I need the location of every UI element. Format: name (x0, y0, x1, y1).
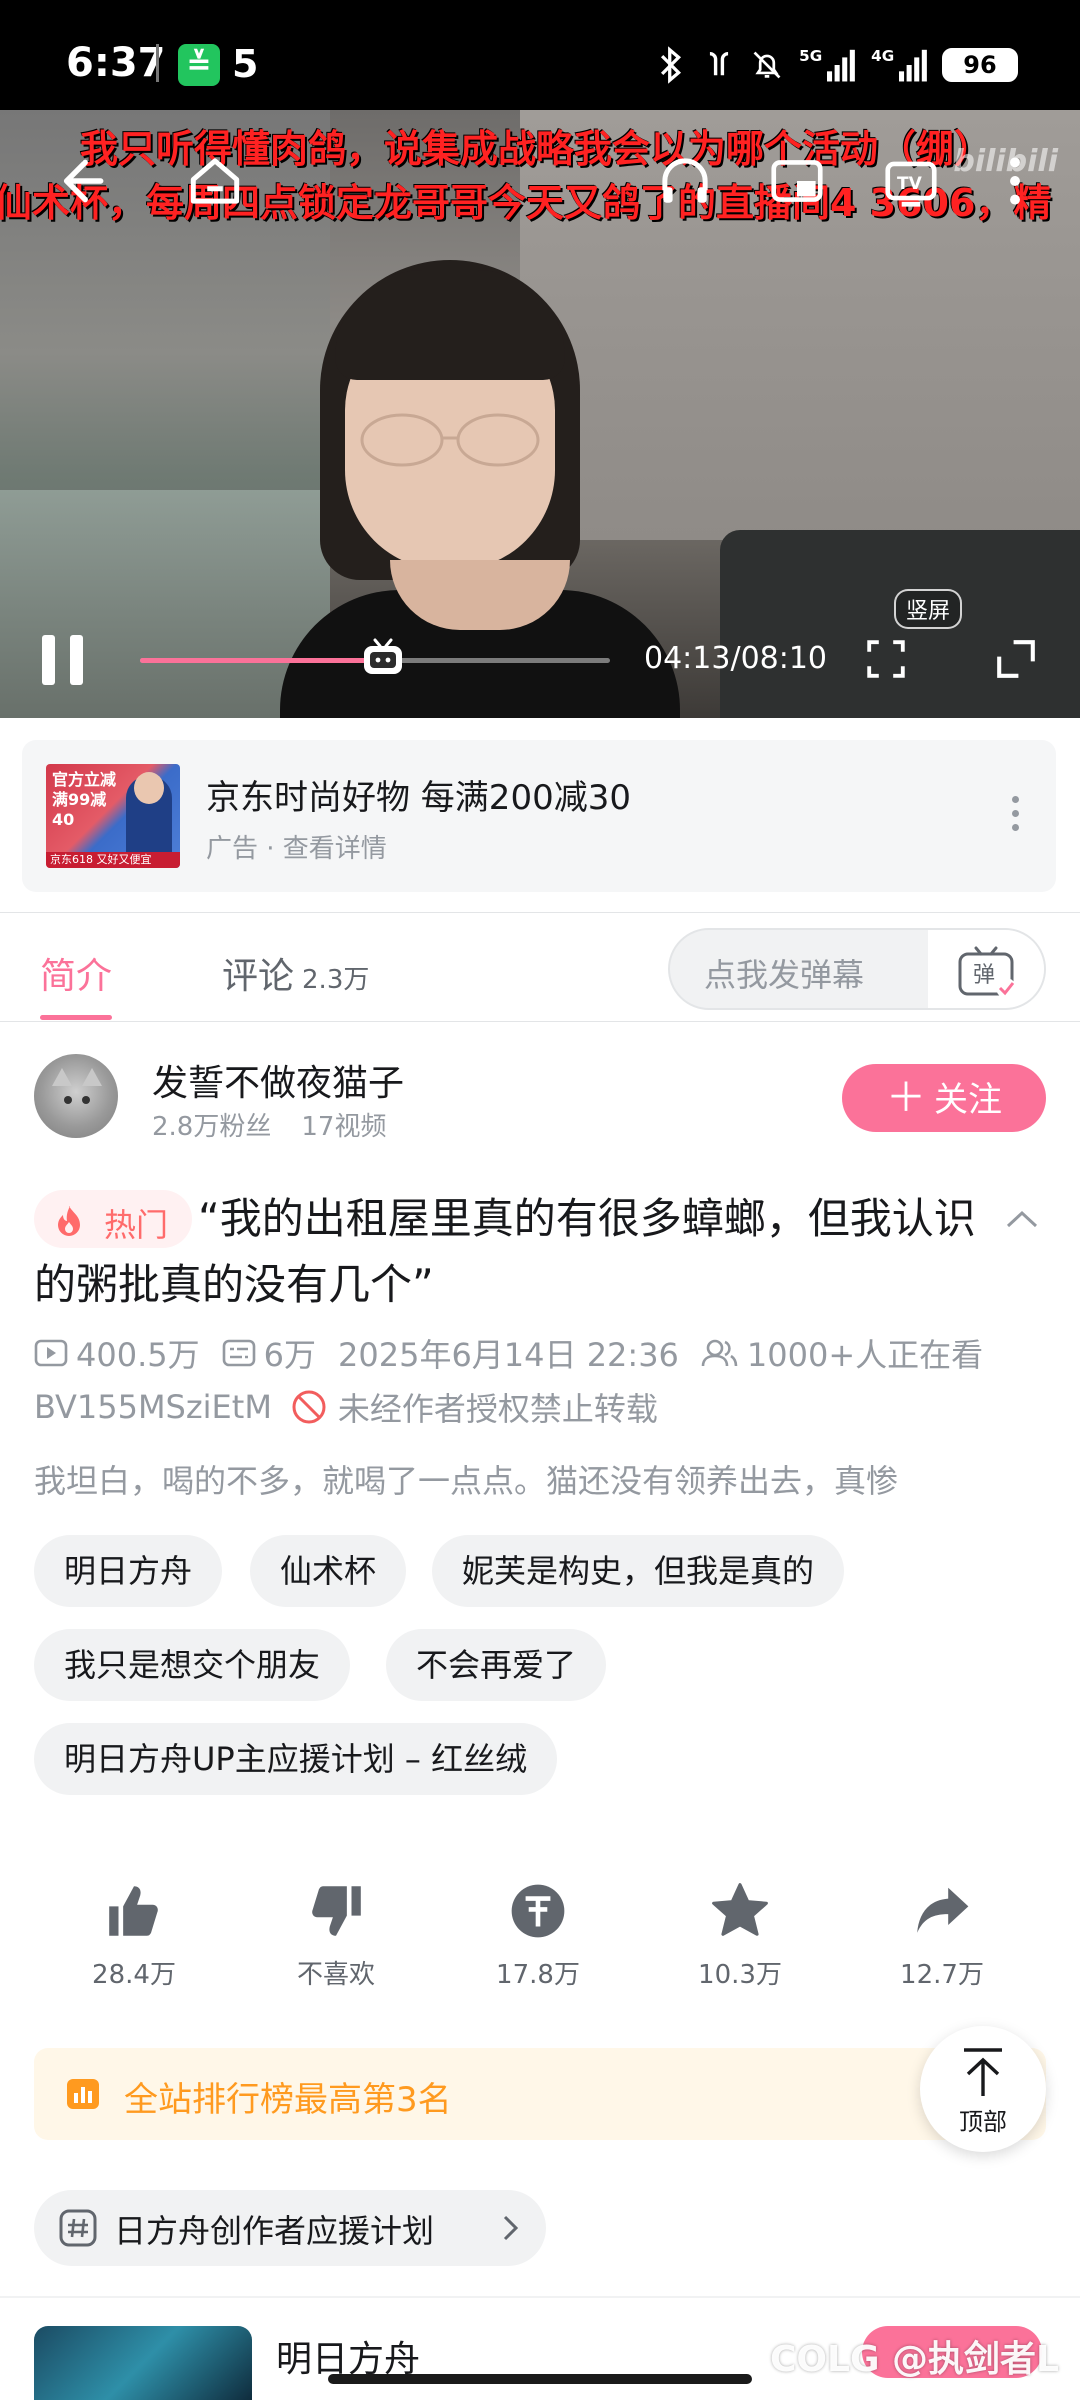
video-meta: 400.5万 6万 2025年6月14日 22:36 1000+人正在看 (34, 1330, 1005, 1376)
ad-subtitle[interactable]: 广告 · 查看详情 (206, 828, 387, 865)
dislike-button[interactable]: 不喜欢 (256, 1880, 416, 1991)
status-bar: 6:37 ≚ 5 5G 4G 96 (0, 0, 1080, 110)
ranking-banner[interactable]: 全站排行榜最高第3名 (34, 2048, 1046, 2140)
listen-mode-icon[interactable] (654, 150, 716, 212)
svg-text:5G: 5G (799, 47, 822, 65)
chevron-right-icon (503, 2215, 519, 2241)
status-divider (156, 44, 159, 82)
danmaku-count: 6万 (263, 1336, 316, 1374)
back-arrow-icon[interactable] (48, 150, 110, 212)
favorite-button[interactable]: 10.3万 (660, 1880, 820, 1991)
topic-chip[interactable]: 日方舟创作者应援计划 (34, 2190, 546, 2266)
svg-text:TV: TV (897, 174, 923, 194)
video-description: 我坦白，喝的不多，就喝了一点点。猫还没有领养出去，真惨 (34, 1462, 899, 1500)
battery-indicator: 96 (942, 48, 1018, 82)
tag-chip[interactable]: 我只是想交个朋友 (34, 1629, 351, 1701)
play-count-icon (34, 1339, 68, 1367)
view-count: 400.5万 (76, 1336, 200, 1374)
like-button[interactable]: 28.4万 (54, 1880, 214, 1991)
tab-active-indicator (40, 1015, 112, 1020)
related-video-thumbnail[interactable] (34, 2326, 252, 2400)
fullscreen-icon[interactable] (992, 635, 1040, 683)
vertical-fullscreen-icon[interactable] (862, 635, 910, 683)
bluetooth-icon (660, 46, 682, 84)
signal-4g-icon: 4G (871, 47, 927, 82)
svg-text:弹: 弹 (973, 963, 995, 988)
uploader-name[interactable]: 发誓不做夜猫子 (152, 1054, 404, 1106)
tag-chip[interactable]: 仙术杯 (250, 1535, 407, 1607)
wechat-pay-icon: ≚ (178, 44, 220, 86)
ad-more-icon[interactable] (1012, 796, 1020, 836)
share-button[interactable]: 12.7万 (862, 1880, 1022, 1991)
tag-chip[interactable]: 妮芙是构史，但我是真的 (432, 1535, 845, 1607)
back-to-top-button[interactable]: 顶部 (920, 2026, 1046, 2152)
progress-thumb-tv-icon[interactable] (361, 636, 405, 676)
time-display: 04:13/08:10 (644, 641, 828, 676)
danmaku-icon: 弹 (958, 946, 1016, 998)
tab-comments[interactable]: 评论 2.3万 (222, 947, 369, 999)
earbuds-icon (709, 51, 729, 76)
home-indicator[interactable] (328, 2374, 752, 2384)
watching-count: 1000+人正在看 (746, 1336, 984, 1374)
chevron-up-icon[interactable] (1002, 1200, 1042, 1240)
thumbs-up-icon (109, 1886, 158, 1936)
hot-badge[interactable]: 热门 (34, 1190, 192, 1248)
share-arrow-icon (917, 1887, 969, 1933)
home-icon[interactable] (184, 150, 246, 212)
ad-thumbnail: 官方立减 满99减40 京东618 又好又便宜 (46, 764, 180, 868)
danmaku-count-icon (222, 1339, 255, 1367)
signal-5g-icon: 5G (799, 47, 855, 82)
video-meta-2: BV155MSziEtM 未经作者授权禁止转载 (34, 1384, 658, 1430)
action-bar: 28.4万 不喜欢 17.8万 10.3万 12.7万 (0, 1880, 1080, 2000)
avatar[interactable] (34, 1054, 118, 1138)
uploader-row: 发誓不做夜猫子 2.8万粉丝 17视频 ＋关注 (0, 1040, 1080, 1150)
tag-chip[interactable]: 明日方舟 (34, 1535, 223, 1607)
tag-chip[interactable]: 明日方舟UP主应援计划 – 红丝绒 (34, 1723, 558, 1795)
topic-hash-icon (59, 2209, 97, 2247)
video-player[interactable]: 我只听得懂肉鸽，说集成战略我会以为哪个活动（绷） 仙术杯，每周四点锁定龙哥哥今天… (0, 110, 1080, 718)
status-time: 6:37 (66, 40, 166, 86)
content-tabs: 简介 评论 2.3万 点我发弹幕 弹 (0, 912, 1080, 1022)
flame-icon (58, 1206, 80, 1236)
status-icons: 5G 4G 96 (654, 44, 1018, 86)
tag-chip[interactable]: 不会再爱了 (386, 1629, 607, 1701)
section-divider (0, 2296, 1080, 2298)
comments-count: 2.3万 (302, 965, 370, 995)
bvid[interactable]: BV155MSziEtM (34, 1388, 272, 1426)
coin-icon (511, 1884, 565, 1938)
viewers-icon (701, 1339, 738, 1367)
danmaku-input[interactable]: 点我发弹幕 弹 (668, 928, 1046, 1010)
topic-text: 日方舟创作者应援计划 (114, 2212, 435, 2250)
mute-bell-icon (753, 51, 781, 79)
copyright-notice: 未经作者授权禁止转载 (337, 1390, 658, 1428)
picture-in-picture-icon[interactable] (766, 150, 828, 212)
ranking-chart-icon (67, 2079, 99, 2109)
uploader-stats: 2.8万粉丝 17视频 (152, 1112, 387, 1142)
star-icon (712, 1883, 768, 1936)
arrow-up-icon (964, 2048, 1002, 2096)
ad-title: 京东时尚好物 每满200减30 (206, 778, 631, 818)
danmaku-toggle-button[interactable]: 弹 (928, 930, 1044, 1008)
progress-bar[interactable] (140, 638, 610, 674)
svg-text:4G: 4G (871, 47, 894, 65)
progress-fill (140, 658, 383, 663)
no-repost-icon (292, 1390, 326, 1424)
danmaku-placeholder: 点我发弹幕 (704, 956, 865, 994)
ad-banner[interactable]: 官方立减 满99减40 京东618 又好又便宜 京东时尚好物 每满200减30 … (22, 740, 1056, 892)
thumbs-down-icon (312, 1886, 361, 1936)
colg-watermark: COLG @执剑者L (770, 2339, 1059, 2380)
video-bottom-controls: 04:13/08:10 竖屏 (0, 589, 1080, 705)
follow-button[interactable]: ＋关注 (842, 1064, 1046, 1132)
tv-cast-icon[interactable]: TV (880, 150, 942, 212)
more-menu-icon[interactable] (1000, 150, 1030, 212)
notification-count: 5 (232, 42, 259, 86)
publish-date: 2025年6月14日 22:36 (338, 1336, 679, 1374)
plus-icon: ＋ (886, 1075, 926, 1121)
tab-intro[interactable]: 简介 (40, 947, 112, 999)
vertical-fullscreen-label[interactable]: 竖屏 (894, 589, 963, 629)
pause-button[interactable] (42, 635, 86, 685)
coin-button[interactable]: 17.8万 (458, 1880, 618, 1991)
video-top-controls: TV (0, 150, 1080, 240)
ranking-text: 全站排行榜最高第3名 (124, 2080, 452, 2120)
